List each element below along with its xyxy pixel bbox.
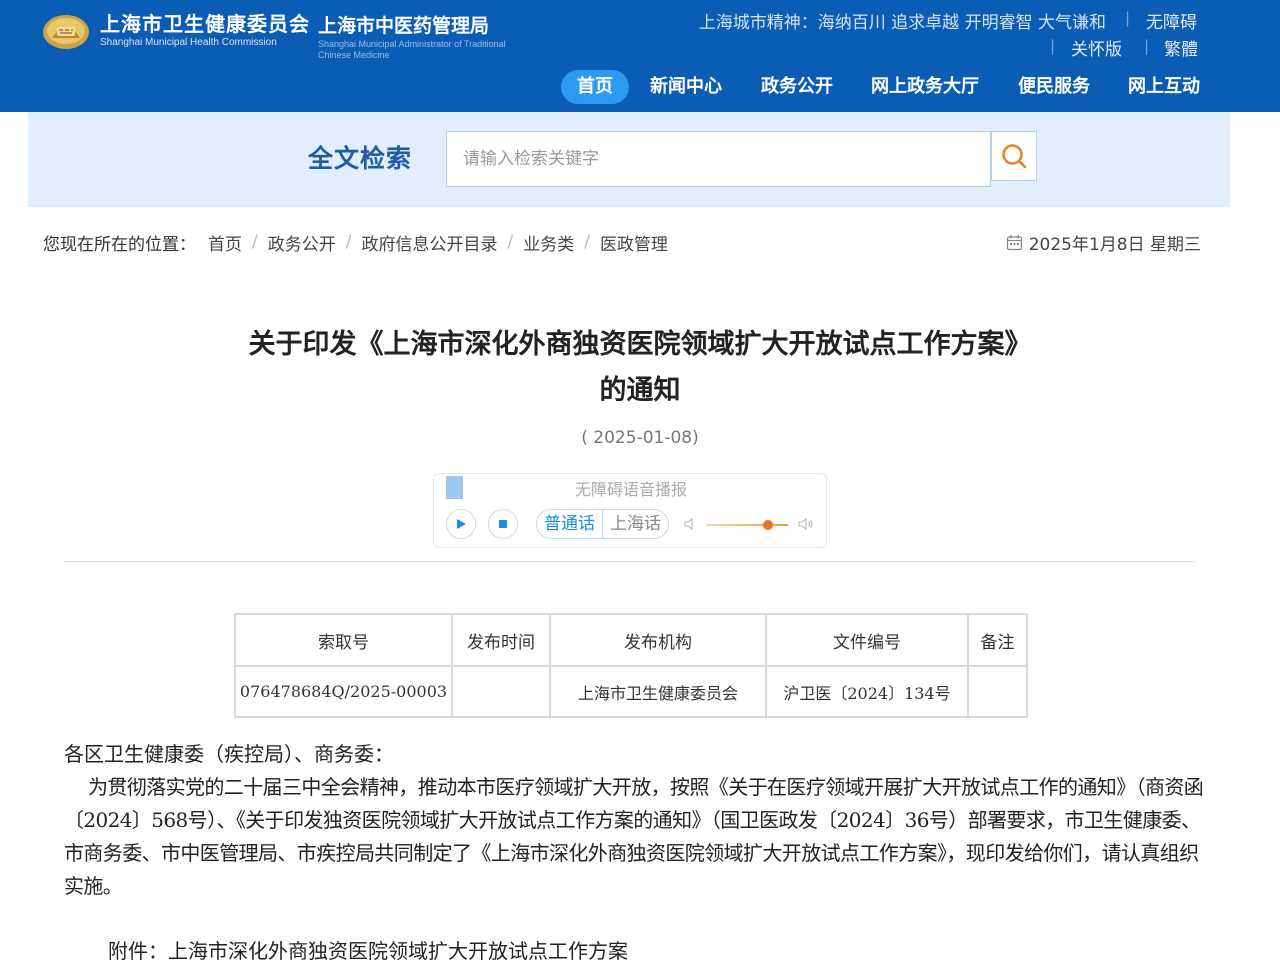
accessibility-link[interactable]: 无障碍 [1146,8,1197,33]
audio-player: 无障碍语音播报 普通话 上海话 [433,473,827,548]
body-paragraph: 为贯彻落实党的二十届三中全会精神，推动本市医疗领域扩大开放，按照《关于在医疗领域… [64,775,1204,898]
breadcrumb-gov-affairs[interactable]: 政务公开 [268,230,336,255]
breadcrumb-medical-admin[interactable]: 医政管理 [600,230,668,255]
breadcrumb-separator: / [252,232,258,252]
publish-date: ( 2025-01-08) [581,428,699,448]
volume-slider[interactable] [706,524,788,526]
nav-home[interactable]: 首页 [561,70,629,104]
breadcrumb-separator: / [584,232,590,252]
breadcrumb-business[interactable]: 业务类 [523,230,574,255]
attachment-link[interactable]: 附件：上海市深化外商独资医院领域扩大开放试点工作方案 [64,935,1204,968]
volume-high-icon[interactable] [798,517,814,531]
breadcrumb-info-catalog[interactable]: 政府信息公开目录 [361,230,497,255]
volume-slider-handle[interactable] [762,520,773,530]
util-separator: | [1144,37,1150,55]
nav-interaction[interactable]: 网上互动 [1127,70,1201,104]
breadcrumb-separator: / [345,232,352,252]
document-meta-table: 索取号 发布时间 发布机构 文件编号 备注 076478684Q/2025-00… [234,613,1028,718]
search-input[interactable] [446,131,991,187]
article-title-line1: 关于印发《上海市深化外商独资医院领域扩大开放试点工作方案》 [248,329,1032,360]
meta-remarks [967,665,1028,718]
breadcrumb-prefix: 您现在所在的位置： [43,234,196,255]
article-title-line2: 的通知 [599,375,681,406]
lang-mandarin-option[interactable]: 普通话 [537,510,602,538]
play-icon [457,519,466,529]
breadcrumb-separator: / [507,232,514,252]
emblem-logo-icon[interactable] [42,8,90,50]
util-separator: | [1125,9,1131,27]
nav-news[interactable]: 新闻中心 [649,70,723,104]
nav-gov-affairs[interactable]: 政务公开 [760,70,834,104]
salutation: 各区卫生健康委（疾控局）、商务委： [64,742,394,766]
org-name-en: Shanghai Municipal Health Commission [100,37,277,48]
city-spirit-text: 上海城市精神：海纳百川 追求卓越 开明睿智 大气谦和 [698,13,1106,33]
play-button[interactable] [446,509,476,539]
breadcrumb: 您现在所在的位置： 首页 / 政务公开 / 政府信息公开目录 / 业务类 / 医… [43,230,668,255]
search-icon [1002,144,1027,169]
breadcrumb-home[interactable]: 首页 [208,230,242,255]
org2-name[interactable]: 上海市中医药管理局 [318,11,489,38]
meta-header-remarks: 备注 [967,613,1028,667]
meta-header-publisher: 发布机构 [549,613,767,667]
nav-services[interactable]: 便民服务 [1017,70,1091,104]
stop-icon [499,520,507,528]
search-button[interactable] [991,131,1037,181]
lang-shanghai-option[interactable]: 上海话 [602,510,668,538]
stop-button[interactable] [488,509,518,539]
meta-publisher: 上海市卫生健康委员会 [549,665,767,718]
search-title: 全文检索 [308,144,413,173]
volume-low-icon[interactable] [684,517,698,531]
calendar-icon [1006,234,1022,250]
util-separator: | [1050,37,1056,55]
meta-header-publish-time: 发布时间 [451,613,551,667]
meta-publish-time [451,665,551,718]
table-row: 076478684Q/2025-00003 上海市卫生健康委员会 沪卫医〔202… [234,665,1028,718]
nav-online-hall[interactable]: 网上政务大厅 [869,70,981,104]
meta-doc-number: 沪卫医〔2024〕134号 [765,665,969,718]
meta-header-index-no: 索取号 [234,613,453,667]
current-date: 2025年1月8日 星期三 [1006,230,1201,255]
audio-title: 无障碍语音播报 [574,480,687,499]
meta-header-doc-number: 文件编号 [765,613,969,667]
dialect-switch: 普通话 上海话 [536,509,669,539]
current-date-text: 2025年1月8日 星期三 [1028,234,1201,255]
org2-name-en: Shanghai Municipal Administrator of Trad… [318,39,506,60]
traditional-chinese-link[interactable]: 繁體 [1164,35,1198,60]
site-header: 上海市卫生健康委员会 Shanghai Municipal Health Com… [0,0,1280,112]
org-name[interactable]: 上海市卫生健康委员会 [100,8,310,37]
care-mode-link[interactable]: 关怀版 [1071,35,1122,60]
meta-index-no: 076478684Q/2025-00003 [234,665,453,718]
section-divider [64,561,1196,562]
article-body: 各区卫生健康委（疾控局）、商务委： 为贯彻落实党的二十届三中全会精神，推动本市医… [64,738,1204,968]
